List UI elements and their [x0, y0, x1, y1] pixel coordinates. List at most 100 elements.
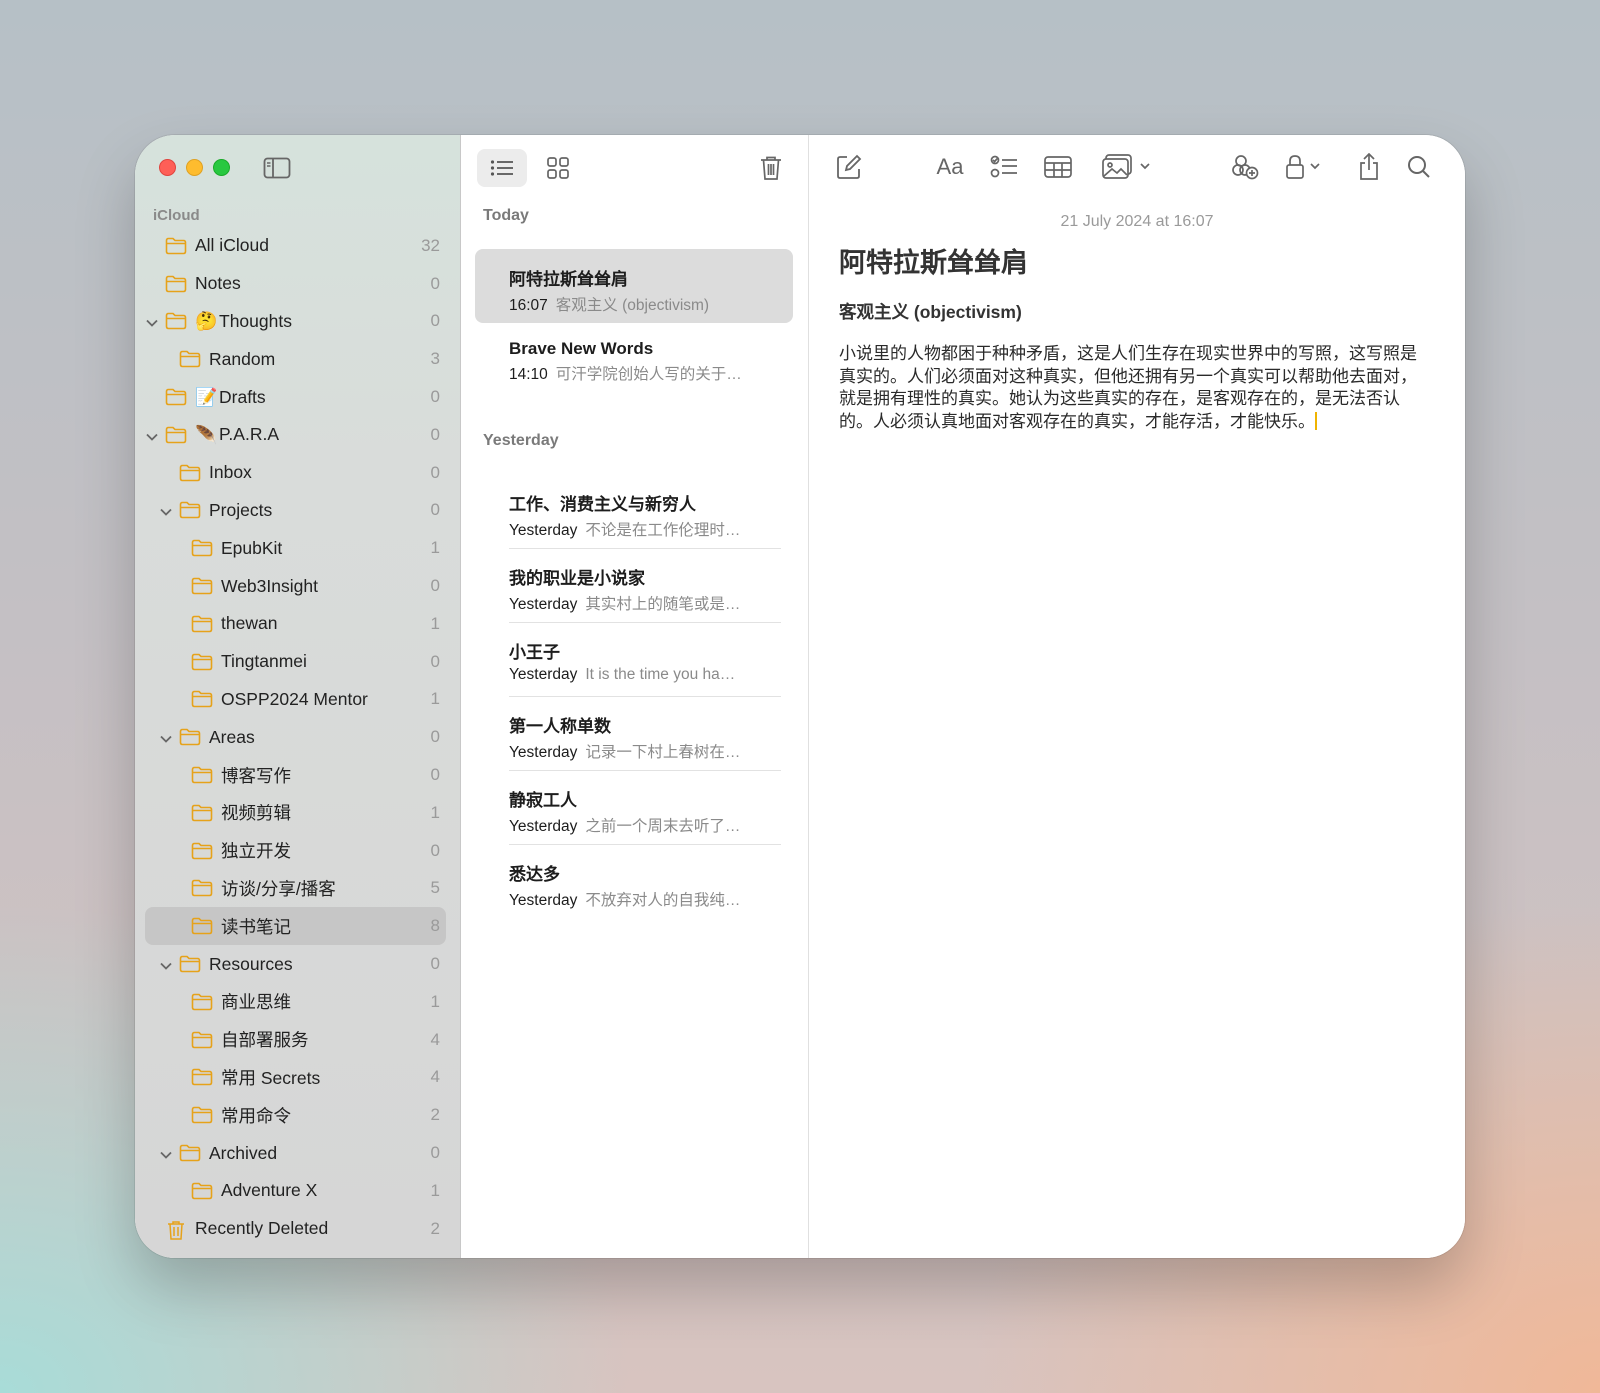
- format-button[interactable]: Aa: [933, 151, 967, 183]
- note-item-preview: 不放弃对人的自我纯…: [585, 892, 741, 909]
- sidebar-folder[interactable]: 常用 Secrets 4: [145, 1059, 446, 1097]
- folder-name: 视频剪辑: [221, 803, 291, 824]
- sidebar-folder[interactable]: 视频剪辑 1: [145, 794, 446, 832]
- gallery-view-button[interactable]: [539, 149, 577, 187]
- checklist-button[interactable]: [989, 151, 1019, 183]
- note-list-item[interactable]: 悉达多 Yesterday 不放弃对人的自我纯…: [475, 844, 793, 918]
- folder-emoji: 📝: [195, 387, 218, 408]
- sidebar-folder[interactable]: 自部署服务 4: [145, 1021, 446, 1059]
- sidebar-folder[interactable]: Random 3: [145, 340, 446, 378]
- folder-count: 32: [421, 235, 440, 255]
- note-list-item[interactable]: 静寂工人 Yesterday 之前一个周末去听了…: [475, 770, 793, 844]
- folder-count: 3: [430, 349, 440, 369]
- note-subtitle[interactable]: 客观主义 (objectivism): [839, 299, 1022, 324]
- minimize-window-button[interactable]: [186, 159, 203, 176]
- note-item-preview: 之前一个周末去听了…: [585, 818, 741, 835]
- sidebar-folder[interactable]: Archived 0: [145, 1134, 446, 1172]
- folder-icon: [191, 879, 213, 897]
- note-list-item[interactable]: Brave New Words 14:10 可汗学院创始人写的关于…: [475, 323, 793, 397]
- sidebar-folder[interactable]: 商业思维 1: [145, 983, 446, 1021]
- sidebar-folder[interactable]: 🤔 Thoughts 0: [145, 303, 446, 341]
- sidebar-folder[interactable]: Projects 0: [145, 492, 446, 530]
- list-view-button[interactable]: [477, 149, 527, 187]
- note-item-time: Yesterday: [509, 666, 578, 683]
- chevron-down-icon[interactable]: [145, 314, 159, 328]
- folder-name: Tingtanmei: [221, 651, 307, 672]
- compose-button[interactable]: [835, 151, 863, 183]
- media-button[interactable]: [1101, 151, 1153, 183]
- folder-icon: [165, 275, 187, 293]
- table-button[interactable]: [1043, 151, 1073, 183]
- collaborate-button[interactable]: [1229, 151, 1261, 183]
- note-list-item[interactable]: 阿特拉斯耸耸肩 16:07 客观主义 (objectivism): [475, 249, 793, 323]
- folder-icon: [191, 993, 213, 1011]
- sidebar-folder[interactable]: Adventure X 1: [145, 1172, 446, 1210]
- sidebar-toggle-icon[interactable]: [263, 157, 291, 179]
- delete-note-button[interactable]: [754, 149, 788, 187]
- sidebar-folder[interactable]: 🪶 P.A.R.A 0: [145, 416, 446, 454]
- sidebar-folder[interactable]: Recently Deleted 2: [145, 1210, 446, 1248]
- chevron-down-icon[interactable]: [159, 1146, 173, 1160]
- sidebar-folder[interactable]: 独立开发 0: [145, 832, 446, 870]
- note-list-item[interactable]: 工作、消费主义与新穷人 Yesterday 不论是在工作伦理时…: [475, 474, 793, 548]
- note-list-item[interactable]: 小王子 Yesterday It is the time you ha…: [475, 622, 793, 696]
- gallery-view-icon: [547, 157, 569, 179]
- note-title[interactable]: 阿特拉斯耸耸肩: [839, 241, 1028, 280]
- folder-name: 访谈/分享/播客: [221, 878, 336, 899]
- sidebar-folder[interactable]: Notes 0: [145, 265, 446, 303]
- sidebar-folder[interactable]: 常用命令 2: [145, 1096, 446, 1134]
- search-button[interactable]: [1407, 151, 1431, 183]
- folder-name: 独立开发: [221, 841, 291, 862]
- sidebar-folder[interactable]: All iCloud 32: [145, 227, 446, 265]
- sidebar-folder[interactable]: 📝 Drafts 0: [145, 378, 446, 416]
- note-item-meta: Yesterday 其实村上的随笔或是…: [509, 592, 761, 614]
- note-item-preview: 其实村上的随笔或是…: [585, 596, 741, 613]
- note-group-label: Today: [483, 207, 529, 224]
- folder-count: 0: [430, 651, 440, 671]
- sidebar-folder[interactable]: Web3Insight 0: [145, 567, 446, 605]
- note-item-preview: 可汗学院创始人写的关于…: [555, 366, 742, 383]
- folder-icon: [191, 1031, 213, 1049]
- note-item-time: Yesterday: [509, 522, 578, 539]
- folder-name: 商业思维: [221, 992, 291, 1013]
- folder-name: Web3Insight: [221, 575, 318, 596]
- chevron-down-icon[interactable]: [159, 957, 173, 971]
- note-body[interactable]: 小说里的人物都困于种种矛盾，这是人们生存在现实世界中的写照，这写照是真实的。人们…: [839, 343, 1423, 434]
- sidebar-folder[interactable]: OSPP2024 Mentor 1: [145, 681, 446, 719]
- folder-icon: [191, 1106, 213, 1124]
- note-item-meta: 14:10 可汗学院创始人写的关于…: [509, 362, 761, 384]
- sidebar-folder[interactable]: thewan 1: [145, 605, 446, 643]
- note-list-item[interactable]: 第一人称单数 Yesterday 记录一下村上春树在…: [475, 696, 793, 770]
- zoom-window-button[interactable]: [213, 159, 230, 176]
- note-body-text[interactable]: 小说里的人物都困于种种矛盾，这是人们生存在现实世界中的写照，这写照是真实的。人们…: [839, 344, 1417, 431]
- trash-icon: [165, 1220, 187, 1240]
- sidebar-folder[interactable]: EpubKit 1: [145, 529, 446, 567]
- sidebar-folder[interactable]: 博客写作 0: [145, 756, 446, 794]
- lock-button[interactable]: [1285, 151, 1329, 183]
- close-window-button[interactable]: [159, 159, 176, 176]
- folder-name: OSPP2024 Mentor: [221, 688, 368, 709]
- share-button[interactable]: [1357, 151, 1381, 183]
- sidebar-folder[interactable]: Areas 0: [145, 718, 446, 756]
- chevron-down-icon[interactable]: [145, 428, 159, 442]
- trash-icon: [761, 156, 781, 180]
- folder-count: 4: [430, 1029, 440, 1049]
- sidebar-folder[interactable]: Tingtanmei 0: [145, 643, 446, 681]
- note-item-time: 14:10: [509, 366, 548, 383]
- sidebar-folder[interactable]: Inbox 0: [145, 454, 446, 492]
- note-item-time: Yesterday: [509, 892, 578, 909]
- sidebar-folder[interactable]: 访谈/分享/播客 5: [145, 870, 446, 908]
- folder-name: Adventure X: [221, 1180, 318, 1201]
- note-list-item[interactable]: 我的职业是小说家 Yesterday 其实村上的随笔或是…: [475, 548, 793, 622]
- note-item-meta: Yesterday 不论是在工作伦理时…: [509, 518, 761, 540]
- sidebar-folder[interactable]: 读书笔记 8: [145, 907, 446, 946]
- folder-count: 1: [430, 613, 440, 633]
- chevron-down-icon[interactable]: [159, 730, 173, 744]
- folder-name: EpubKit: [221, 537, 283, 558]
- note-editor: Aa 21 July 2024 at 16:07 阿特拉斯耸耸肩 客观主义 (o…: [809, 135, 1465, 1258]
- folder-count: 5: [430, 878, 440, 898]
- folder-icon: [179, 501, 201, 519]
- sidebar-folder[interactable]: Resources 0: [145, 945, 446, 983]
- folder-count: 0: [430, 387, 440, 407]
- chevron-down-icon[interactable]: [159, 503, 173, 517]
